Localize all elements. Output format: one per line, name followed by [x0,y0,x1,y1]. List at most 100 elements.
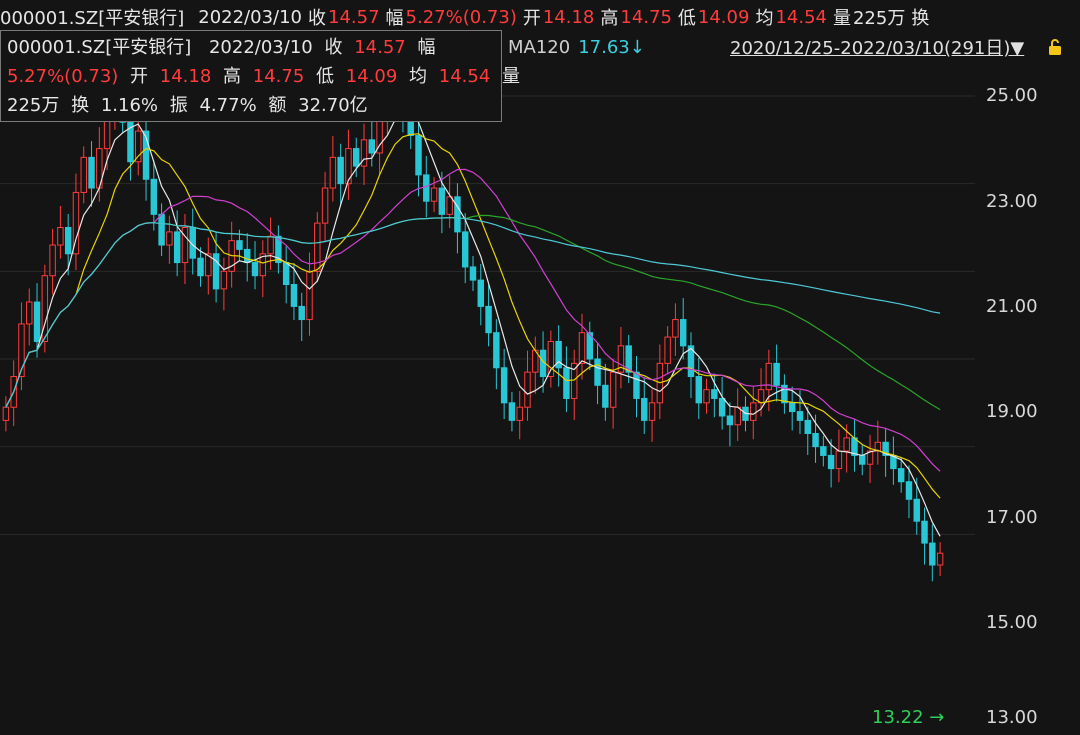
candle-body [166,231,173,246]
candle-body [321,187,329,224]
candle-body [633,371,640,399]
candle-body [368,139,376,154]
tooltip-high-value: 14.75 [252,66,305,87]
candle-body [835,450,843,470]
high-value: 14.75 [620,6,672,28]
y-axis-label-15: 15.00 [986,612,1038,633]
candle-body [135,130,142,163]
candle-body [703,389,710,404]
close-label: 收 [308,8,326,29]
candle-body [602,384,609,408]
candle-body [594,358,601,386]
change-label: 幅 [385,8,404,29]
tooltip-amplitude-label: 振 [169,95,188,116]
candle-body [648,402,656,421]
tooltip-amount-label: 额 [268,95,287,116]
candle-body [664,336,671,364]
candle-body [578,332,586,364]
candle-body [244,248,251,264]
avg-label: 均 [755,8,774,29]
candle-body [477,279,485,307]
candle-body [773,362,780,386]
y-axis-label-25: 25.00 [986,85,1038,106]
candle-body [314,222,321,272]
candle-body [352,148,360,167]
candle-body [897,468,905,483]
tooltip-low-label: 低 [316,66,335,87]
candle-body [524,371,531,408]
candle-body [843,437,850,452]
y-axis-label-23: 23.00 [986,191,1038,212]
tooltip-low-value: 14.09 [345,66,398,87]
candle-body [290,283,298,307]
y-axis-label-13: 13.00 [986,707,1038,728]
y-axis-label-21: 21.00 [986,296,1038,317]
candle-body [423,174,430,202]
candle-body [679,319,687,347]
tooltip-close-value: 14.57 [354,37,406,58]
candle-body [796,411,804,421]
lock-icon[interactable] [1046,38,1064,56]
candle-body [905,481,913,500]
ma120-value: 17.63↓ [578,36,645,58]
open-value: 14.18 [542,6,595,28]
candle-body [236,240,243,250]
tooltip-close-label: 收 [324,37,343,58]
tooltip-change-label: 幅 [417,37,436,58]
period-low-value: 13.22 [872,707,924,728]
volume-value: 225万 [852,8,906,29]
candle-body [641,397,648,421]
tooltip-amplitude-value: 4.77% [199,95,257,116]
candle-body [563,367,570,399]
candle-body [508,402,516,421]
candle-body [438,187,446,215]
period-low-marker: 13.22 → [872,707,944,728]
candle-body [695,376,702,404]
candle-body [493,332,500,369]
candle-body [718,397,726,417]
candle-body [913,498,920,522]
candle-body [88,156,95,189]
change-value: 5.27%(0.73) [405,6,517,28]
candle-body [788,402,796,413]
candle-body [929,542,936,566]
arrow-right-icon: → [929,707,945,728]
candle-body [158,213,165,246]
date-range-selector[interactable]: 2020/12/25-2022/03/10(291日)▼ [730,34,1024,60]
candle-body [298,305,305,321]
tooltip-high-label: 高 [223,66,242,87]
candle-body [150,178,158,215]
ma120-line [5,216,941,408]
quote-date: 2022/03/10 [198,6,302,28]
candle-body [734,406,741,426]
candle-body [711,389,718,399]
candle-body [921,520,928,544]
candle-body [827,454,835,470]
tooltip-turnover-value: 1.16% [100,95,159,116]
candle-body [859,454,866,465]
candle-body [267,235,274,255]
candle-body [609,371,617,408]
close-value: 14.57 [328,6,380,28]
candle-body [337,156,344,185]
candle-body [251,262,259,277]
tooltip-open-value: 14.18 [159,66,212,87]
tooltip-turnover-label: 换 [71,95,90,116]
low-value: 14.09 [697,6,750,28]
stock-code: 000001.SZ[平安银行] [0,8,185,29]
tooltip-open-label: 开 [130,66,149,87]
tooltip-code: 000001.SZ[平安银行] [7,37,192,58]
candle-body [57,227,64,246]
candle-body [33,301,41,342]
ma60-line [5,214,941,411]
candle-body [812,433,819,448]
avg-value: 14.54 [775,6,827,28]
tooltip-volume-label: 量 [502,66,521,87]
candle-body [485,305,492,334]
tooltip-change-value: 5.27%(0.73) [7,66,119,87]
y-axis-label-19: 19.00 [986,401,1038,422]
ma120-label: MA120 [508,36,571,58]
candle-body [469,266,477,281]
candle-body [820,446,827,456]
candle-body [446,196,453,215]
